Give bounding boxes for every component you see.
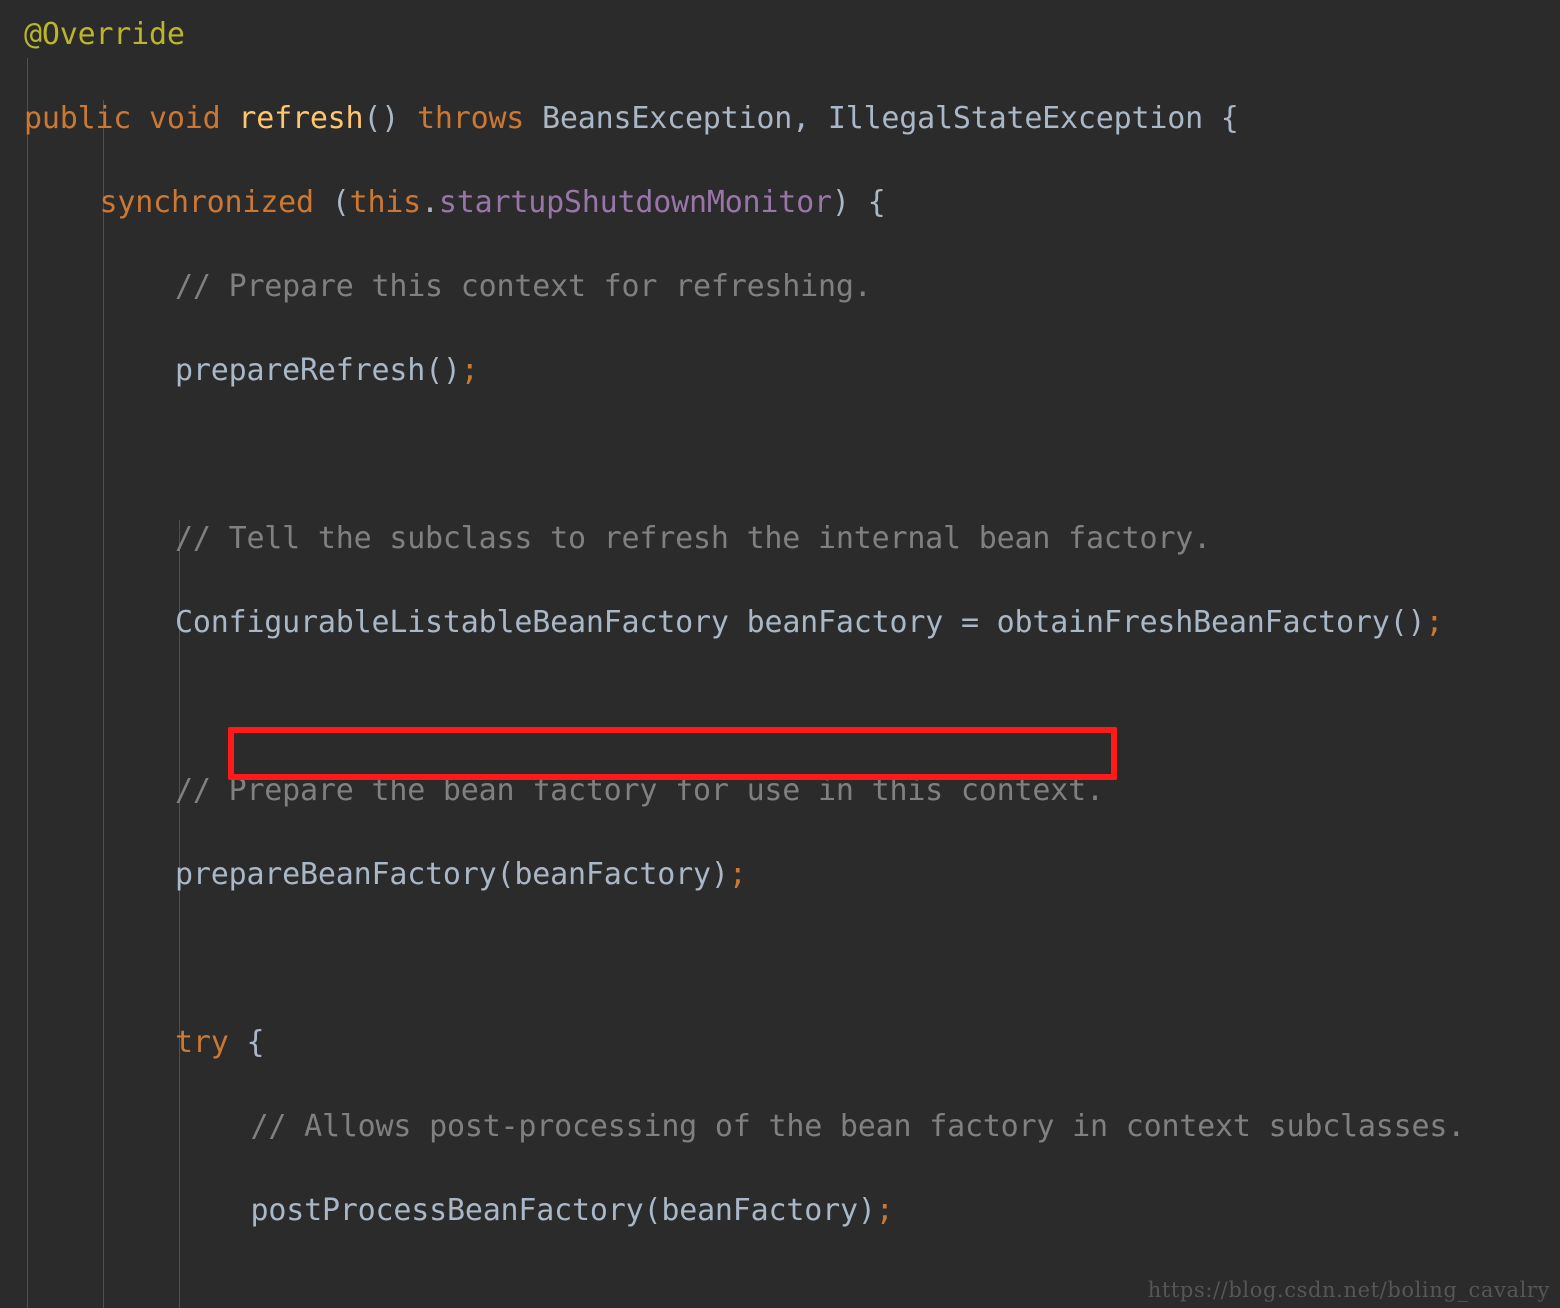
code-token-comment: // Prepare this context for refreshing. xyxy=(175,269,872,304)
code-line: prepareRefresh(); xyxy=(0,350,1560,392)
code-token-keyword: throws xyxy=(417,101,525,136)
code-token-punct: = xyxy=(943,605,997,640)
code-line: // Prepare the bean factory for use in t… xyxy=(0,770,1560,812)
code-token-punct: ) xyxy=(710,857,729,892)
code-token-punct: { xyxy=(1202,101,1239,136)
code-editor-viewport: @Override public void refresh() throws B… xyxy=(0,0,1560,1308)
code-line: // Tell the subclass to refresh the inte… xyxy=(0,518,1560,560)
code-token-ident: beanFactory xyxy=(746,605,944,640)
code-token-annotation: @Override xyxy=(24,17,185,52)
code-line: ​ xyxy=(0,686,1560,728)
code-token-punct: ( xyxy=(496,857,515,892)
watermark-url: https://blog.csdn.net/boling_cavalry xyxy=(1147,1278,1550,1302)
code-token-ident: prepareBeanFactory xyxy=(175,857,497,892)
code-token-ident: postProcessBeanFactory xyxy=(250,1193,644,1228)
code-token-semi: ; xyxy=(460,353,479,388)
code-token-ident xyxy=(729,605,747,640)
code-block: @Override public void refresh() throws B… xyxy=(0,0,1560,1308)
code-token-method: refresh xyxy=(238,101,364,136)
code-line: public void refresh() throws BeansExcept… xyxy=(0,98,1560,140)
code-line: ​ xyxy=(0,434,1560,476)
code-token-keyword: void xyxy=(149,101,221,136)
code-token-ident: prepareRefresh xyxy=(175,353,426,388)
code-token-semi: ; xyxy=(1425,605,1444,640)
code-token-comment: // Allows post-processing of the bean fa… xyxy=(250,1109,1466,1144)
code-token-punct: () xyxy=(1389,605,1426,640)
code-token-keyword: synchronized xyxy=(99,185,315,220)
code-line: // Prepare this context for refreshing. xyxy=(0,266,1560,308)
code-line: ​ xyxy=(0,938,1560,980)
code-token-keyword: public xyxy=(24,101,132,136)
code-token-keyword: this xyxy=(349,185,422,220)
code-line: ConfigurableListableBeanFactory beanFact… xyxy=(0,602,1560,644)
code-token-type: ConfigurableListableBeanFactory xyxy=(175,605,729,640)
code-token-semi: ; xyxy=(728,857,747,892)
code-token-ident xyxy=(131,101,149,136)
code-line: synchronized (this.startupShutdownMonito… xyxy=(0,182,1560,224)
code-line: prepareBeanFactory(beanFactory); xyxy=(0,854,1560,896)
code-line: postProcessBeanFactory(beanFactory); xyxy=(0,1190,1560,1232)
code-token-ident: obtainFreshBeanFactory xyxy=(996,605,1390,640)
code-token-field: startupShutdownMonitor xyxy=(438,185,832,220)
code-token-punct: ( xyxy=(643,1193,662,1228)
code-token-ident: beanFactory xyxy=(661,1193,858,1228)
code-token-punct: ) xyxy=(857,1193,876,1228)
code-token-punct: ( xyxy=(313,185,350,220)
code-token-comment: // Tell the subclass to refresh the inte… xyxy=(175,521,1211,556)
code-token-punct: , xyxy=(792,101,828,136)
code-line: try { xyxy=(0,1022,1560,1064)
code-token-ident: beanFactory xyxy=(514,857,711,892)
code-token-ident xyxy=(221,101,239,136)
code-token-punct: { xyxy=(228,1025,265,1060)
code-token-type: IllegalStateException xyxy=(827,101,1203,136)
code-token-punct: . xyxy=(421,185,439,220)
code-token-keyword: try xyxy=(175,1025,229,1060)
code-token-ident xyxy=(524,101,542,136)
code-token-punct: ) { xyxy=(831,185,886,220)
code-line: @Override xyxy=(0,14,1560,56)
code-token-punct: () xyxy=(363,101,417,136)
code-token-type: BeansException xyxy=(542,101,793,136)
code-line: // Allows post-processing of the bean fa… xyxy=(0,1106,1560,1148)
code-token-punct: () xyxy=(425,353,461,388)
code-token-semi: ; xyxy=(875,1193,894,1228)
code-token-comment: // Prepare the bean factory for use in t… xyxy=(175,773,1104,808)
